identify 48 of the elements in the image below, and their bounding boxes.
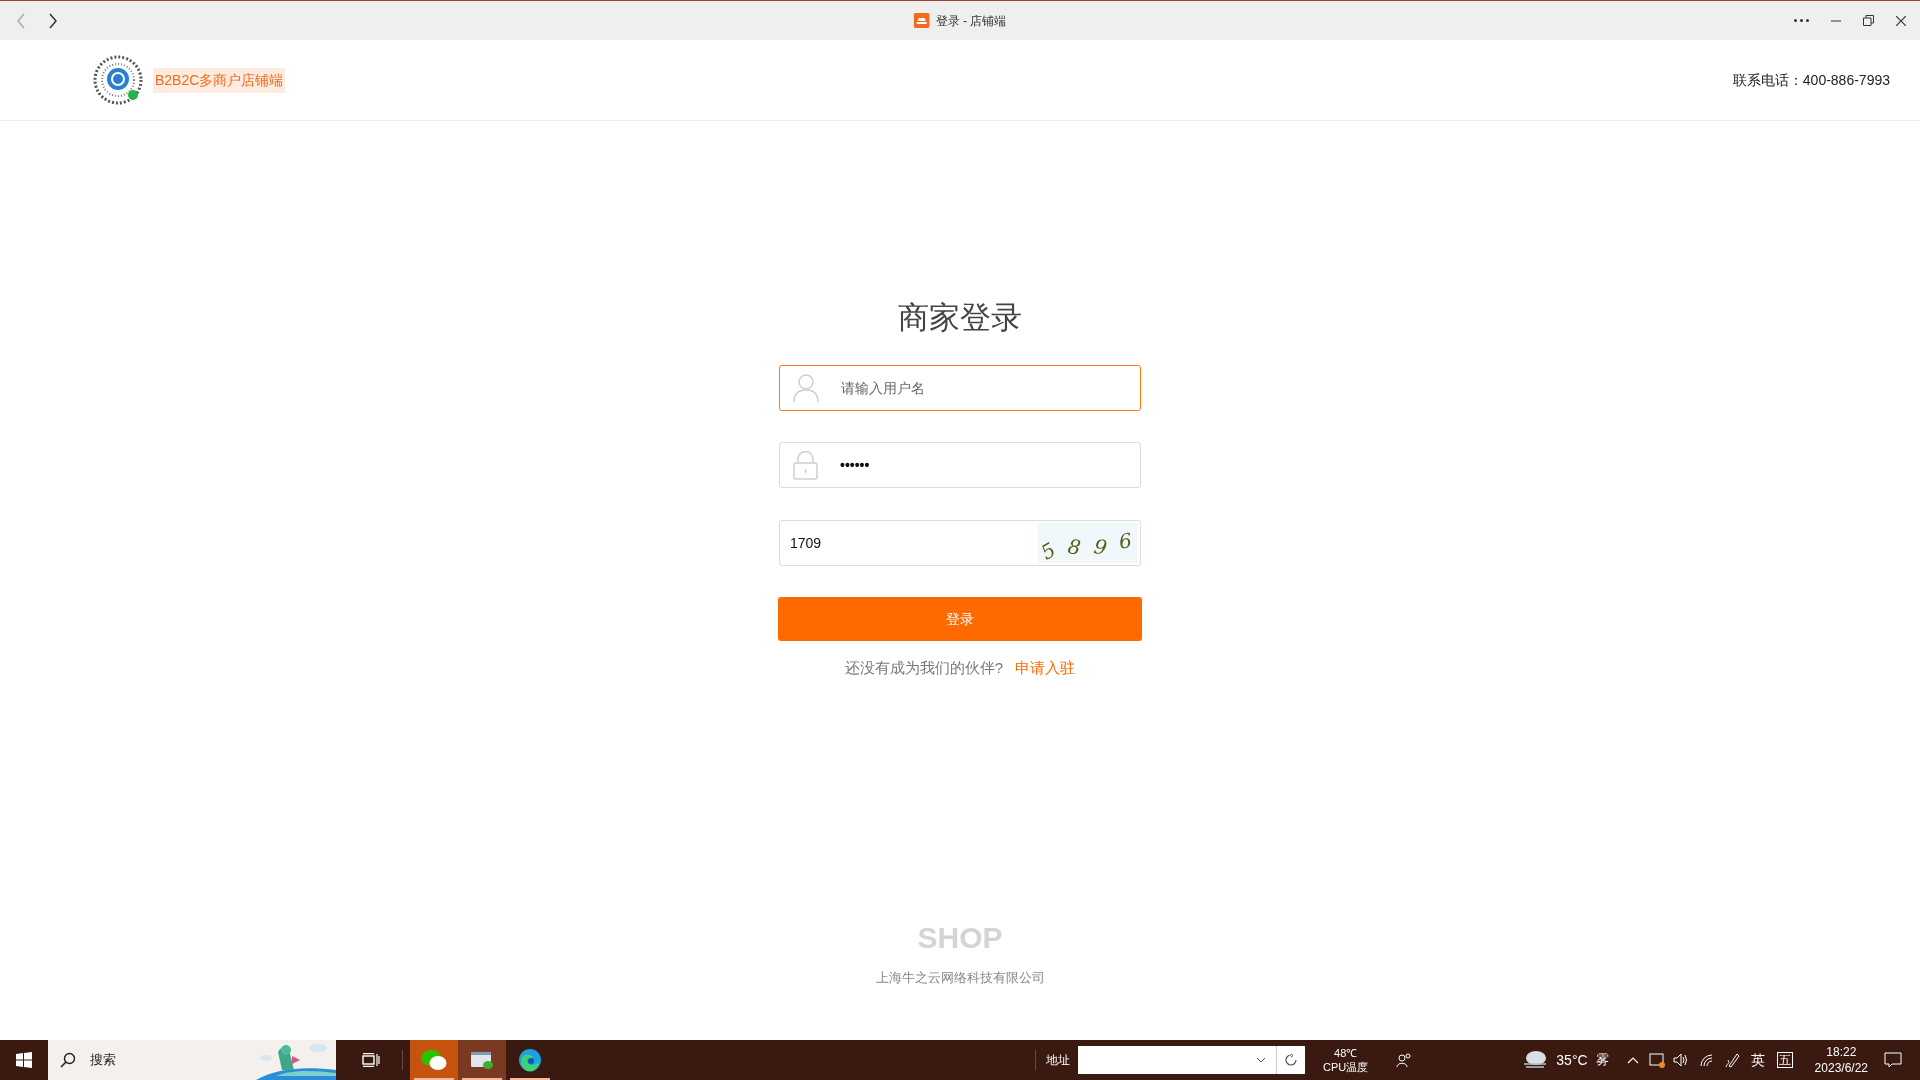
- task-view-icon[interactable]: [362, 1053, 380, 1067]
- weather-condition[interactable]: 雾: [1595, 1050, 1609, 1070]
- windows-icon[interactable]: [16, 1052, 32, 1068]
- partner-prompt: 还没有成为我们的伙伴?: [844, 658, 1004, 678]
- company-name: 上海牛之云网络科技有限公司: [875, 968, 1045, 987]
- ime-mode[interactable]: 五: [1776, 1052, 1793, 1068]
- pen-icon[interactable]: [1724, 1052, 1741, 1068]
- logo-drawing: [93, 55, 143, 105]
- chevron-up-icon[interactable]: [1626, 1056, 1639, 1064]
- browser-icon[interactable]: [518, 1048, 542, 1072]
- dropdown-icon[interactable]: [1256, 1057, 1267, 1063]
- more-icon[interactable]: [1794, 19, 1809, 22]
- captcha-input[interactable]: 1709: [780, 532, 1038, 554]
- clock[interactable]: 18:22 2023/6/22: [1814, 1044, 1868, 1076]
- cpu-temperature: 48℃: [1334, 1046, 1358, 1060]
- weather-temperature[interactable]: 35°C: [1556, 1049, 1588, 1071]
- forward-icon[interactable]: [48, 12, 58, 29]
- cpu-label: CPU温度: [1323, 1060, 1369, 1074]
- login-title: 商家登录: [898, 299, 1022, 337]
- captcha-image[interactable]: 5 8 9 6: [1038, 523, 1138, 563]
- window-chat-icon[interactable]: [470, 1050, 494, 1070]
- password-field[interactable]: ••••••: [779, 442, 1141, 488]
- wifi-icon[interactable]: [1698, 1053, 1715, 1067]
- search-box[interactable]: 搜索: [48, 1040, 336, 1080]
- speaker-icon[interactable]: [1672, 1053, 1689, 1067]
- close-icon[interactable]: [1896, 15, 1906, 26]
- address-label: 地址: [1046, 1052, 1071, 1069]
- notification-icon[interactable]: [1884, 1052, 1902, 1068]
- username-field[interactable]: 请输入用户名: [779, 365, 1141, 411]
- user-icon: [793, 374, 819, 402]
- shop-icon: [913, 13, 930, 28]
- lock-icon: [793, 450, 818, 480]
- restore-icon[interactable]: [1863, 15, 1874, 26]
- brand-name: B2B2C多商户店铺端: [153, 67, 286, 93]
- captcha-field[interactable]: 1709 5 8 9 6: [779, 520, 1141, 566]
- contact-phone: 联系电话：400-886-7993: [1732, 70, 1890, 90]
- search-placeholder: 搜索: [90, 1051, 116, 1070]
- chat-bubbles-icon[interactable]: [421, 1049, 447, 1071]
- refresh-icon[interactable]: [1285, 1054, 1298, 1066]
- window-title: 登录 - 店铺端: [935, 12, 1007, 30]
- search-icon: [60, 1052, 76, 1068]
- monitor-icon[interactable]: [1648, 1052, 1665, 1068]
- cloud-icon[interactable]: [1522, 1050, 1549, 1070]
- people-icon[interactable]: [1396, 1053, 1413, 1067]
- password-input[interactable]: ••••••: [818, 454, 1140, 476]
- username-input[interactable]: 请输入用户名: [819, 377, 1140, 399]
- ime-language[interactable]: 英: [1750, 1049, 1765, 1071]
- address-field[interactable]: [1078, 1046, 1306, 1074]
